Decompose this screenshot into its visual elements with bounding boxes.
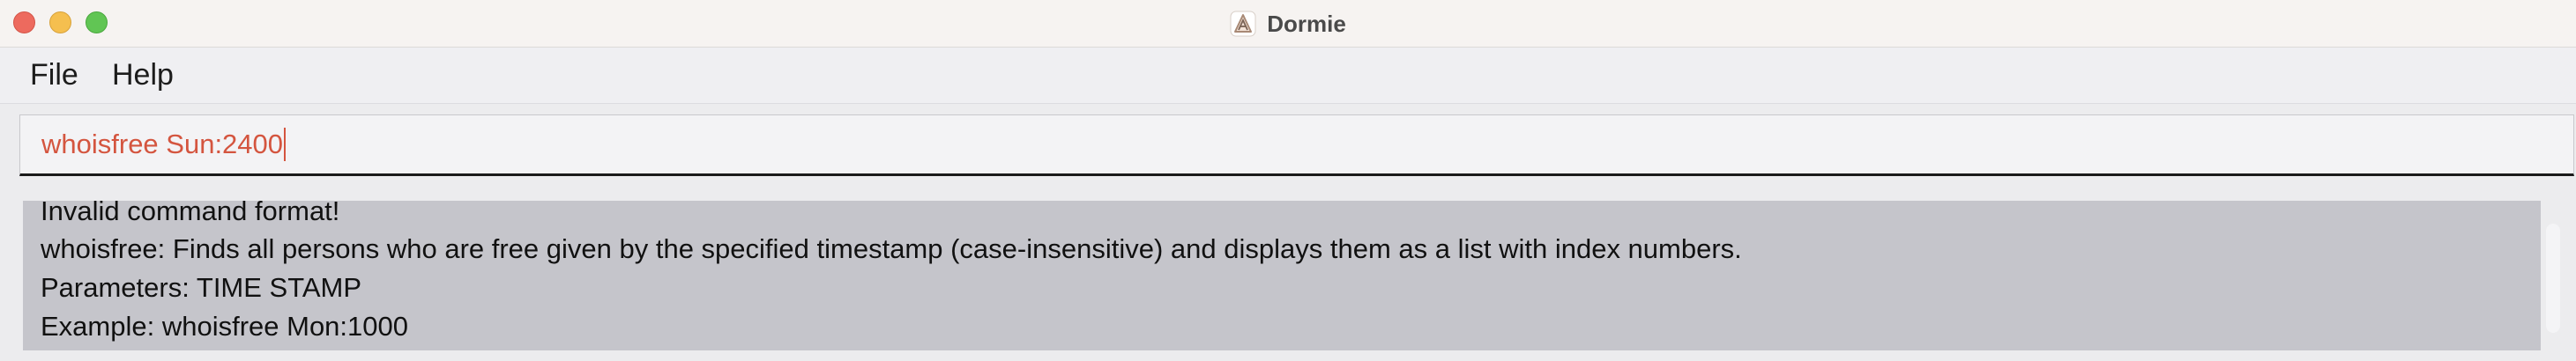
result-line-parameters: Parameters: TIME STAMP (41, 272, 362, 303)
result-line-error: Invalid command format! (41, 201, 340, 226)
menu-bar: File Help (0, 48, 2576, 104)
text-caret (284, 128, 287, 161)
command-input-text: whoisfree Sun:2400 (41, 129, 284, 159)
result-line-example: Example: whoisfree Mon:1000 (41, 311, 409, 342)
result-scrollbar[interactable] (2546, 224, 2560, 333)
menu-file[interactable]: File (30, 58, 78, 92)
result-display: Invalid command format! whoisfree: Finds… (23, 201, 2541, 350)
title-bar: Dormie (0, 0, 2576, 48)
window-title: Dormie (1267, 10, 1346, 37)
result-line-description: whoisfree: Finds all persons who are fre… (41, 233, 1742, 264)
menu-help[interactable]: Help (112, 58, 174, 92)
window-title-group: Dormie (0, 0, 2576, 48)
command-input[interactable]: whoisfree Sun:2400 (19, 114, 2574, 176)
dormie-app-icon (1230, 11, 1256, 37)
